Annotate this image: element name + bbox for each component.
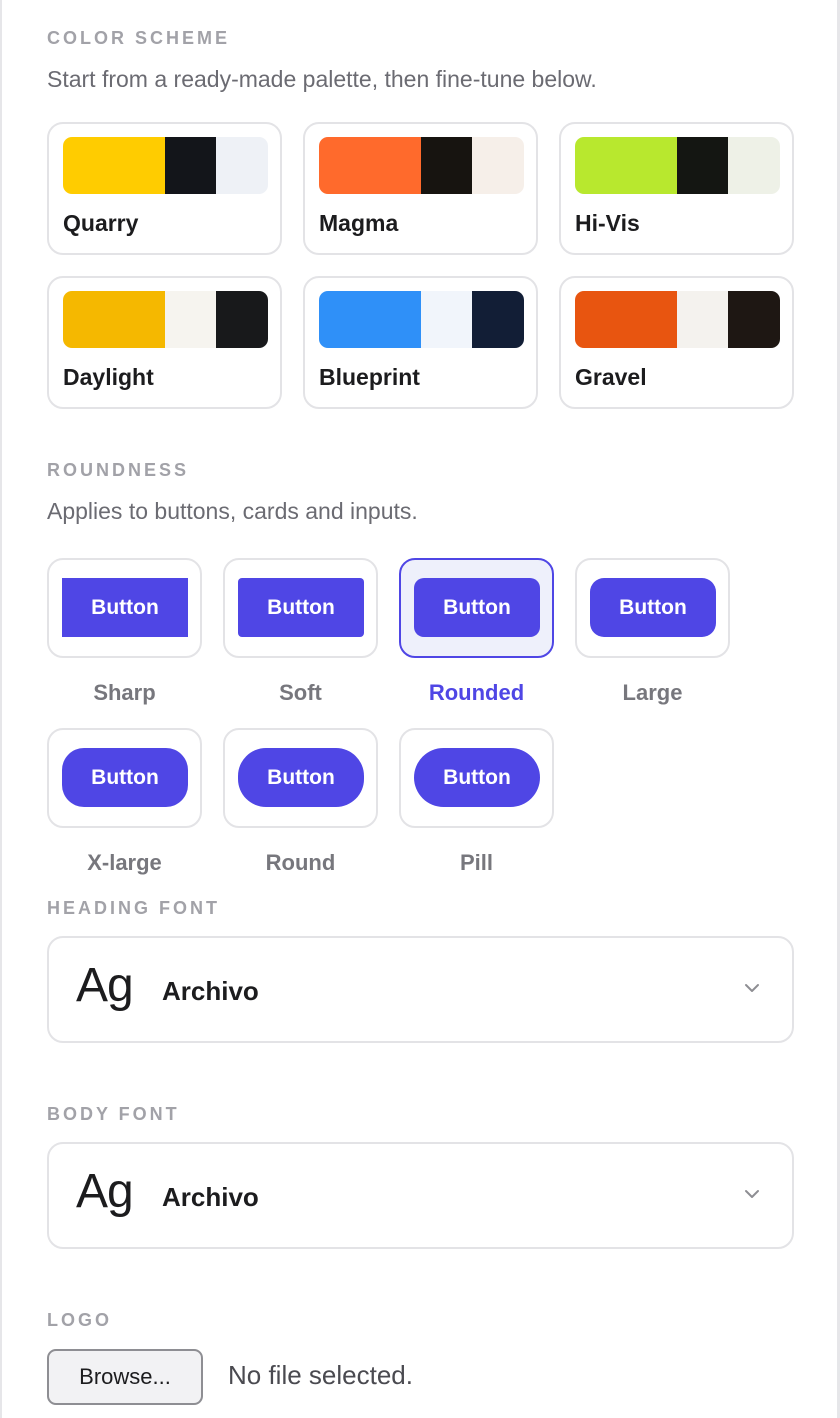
roundness-heading: ROUNDNESS: [47, 460, 190, 480]
body-font-heading: BODY FONT: [47, 1104, 180, 1124]
swatch-primary: [575, 291, 677, 348]
roundness-label-round: Round: [265, 850, 336, 875]
roundness-label-sharp: Sharp: [93, 680, 156, 705]
scheme-name: Magma: [319, 210, 399, 236]
scheme-name: Hi-Vis: [575, 210, 640, 236]
sample-button: Button: [238, 578, 364, 637]
scheme-card-blueprint[interactable]: Blueprint: [303, 276, 538, 409]
swatch-primary: [319, 137, 421, 194]
panel-border-left: [0, 0, 2, 1418]
roundness-label-x-large: X-large: [87, 850, 162, 875]
heading-font-heading: HEADING FONT: [47, 898, 220, 918]
sample-button: Button: [62, 748, 188, 807]
chevron-down-icon: [745, 1190, 759, 1198]
swatch-secondary: [677, 291, 728, 348]
roundness-label-rounded: Rounded: [428, 680, 525, 705]
logo-heading: LOGO: [47, 1310, 112, 1330]
scheme-name: Blueprint: [319, 364, 420, 390]
scheme-card-daylight[interactable]: Daylight: [47, 276, 282, 409]
sample-button: Button: [238, 748, 364, 807]
color-scheme-description: Start from a ready-made palette, then fi…: [47, 66, 597, 92]
scheme-name: Daylight: [63, 364, 154, 390]
scheme-card-hi-vis[interactable]: Hi-Vis: [559, 122, 794, 255]
swatch-secondary: [165, 137, 216, 194]
roundness-option-rounded[interactable]: Button: [399, 558, 554, 658]
font-name: Archivo: [162, 1182, 259, 1212]
swatch-secondary: [165, 291, 216, 348]
palette-swatch: [63, 137, 268, 194]
color-scheme-heading: COLOR SCHEME: [47, 28, 231, 48]
scheme-name: Quarry: [63, 210, 139, 236]
roundness-description: Applies to buttons, cards and inputs.: [47, 498, 418, 524]
roundness-label-large: Large: [622, 680, 683, 705]
chevron-down-icon: [745, 984, 759, 992]
roundness-option-soft[interactable]: Button: [223, 558, 378, 658]
sample-button: Button: [590, 578, 716, 637]
file-status-text: No file selected.: [228, 1360, 413, 1390]
swatch-background: [216, 137, 268, 194]
roundness-option-round[interactable]: Button: [223, 728, 378, 828]
palette-swatch: [575, 137, 780, 194]
scheme-card-quarry[interactable]: Quarry: [47, 122, 282, 255]
palette-swatch: [575, 291, 780, 348]
swatch-secondary: [677, 137, 728, 194]
roundness-option-large[interactable]: Button: [575, 558, 730, 658]
swatch-primary: [575, 137, 677, 194]
scheme-card-gravel[interactable]: Gravel: [559, 276, 794, 409]
roundness-option-x-large[interactable]: Button: [47, 728, 202, 828]
roundness-label-soft: Soft: [279, 680, 322, 705]
browse-button[interactable]: Browse...: [47, 1349, 203, 1405]
roundness-label-pill: Pill: [459, 850, 493, 875]
swatch-background: [728, 291, 780, 348]
scheme-name: Gravel: [575, 364, 647, 390]
palette-swatch: [319, 291, 524, 348]
font-sample: Ag: [76, 959, 134, 1012]
swatch-primary: [63, 291, 165, 348]
swatch-secondary: [421, 291, 472, 348]
font-name: Archivo: [162, 976, 259, 1006]
swatch-primary: [63, 137, 165, 194]
sample-button: Button: [62, 578, 188, 637]
swatch-background: [216, 291, 268, 348]
roundness-option-pill[interactable]: Button: [399, 728, 554, 828]
swatch-background: [472, 137, 524, 194]
swatch-background: [728, 137, 780, 194]
font-sample: Ag: [76, 1165, 134, 1218]
palette-swatch: [63, 291, 268, 348]
roundness-option-sharp[interactable]: Button: [47, 558, 202, 658]
palette-swatch: [319, 137, 524, 194]
swatch-background: [472, 291, 524, 348]
sample-button: Button: [414, 748, 540, 807]
swatch-secondary: [421, 137, 472, 194]
body-font-select[interactable]: Ag Archivo: [47, 1142, 794, 1249]
sample-button: Button: [414, 578, 540, 637]
scheme-card-magma[interactable]: Magma: [303, 122, 538, 255]
swatch-primary: [319, 291, 421, 348]
heading-font-select[interactable]: Ag Archivo: [47, 936, 794, 1043]
